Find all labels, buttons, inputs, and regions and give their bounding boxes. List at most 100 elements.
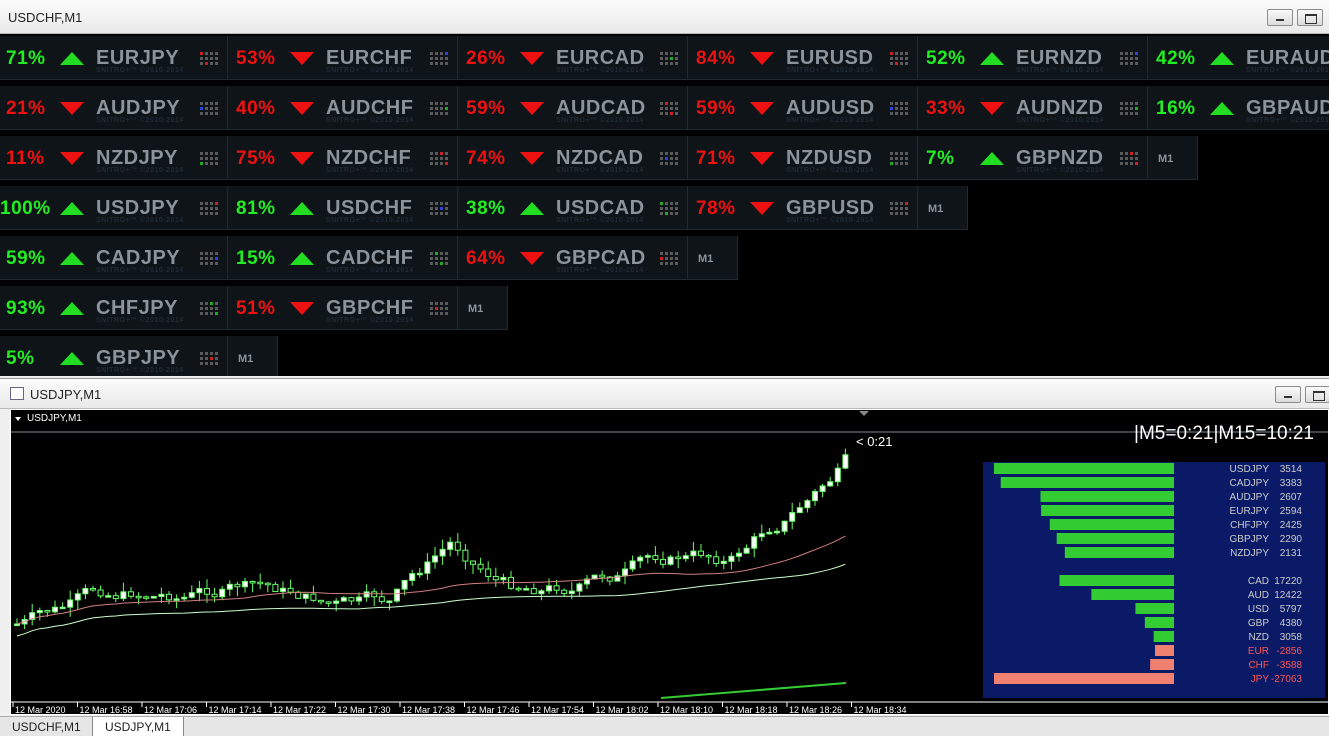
indicator-line	[660, 682, 847, 699]
meter-cell-cadchf[interactable]: 15% CADCHF SNITRO+™ ©2010-2014	[228, 236, 458, 280]
candle-body	[67, 599, 74, 608]
candle-body	[690, 550, 697, 557]
meter-cell-gbpchf[interactable]: 51% GBPCHF SNITRO+™ ©2010-2014	[228, 286, 458, 330]
arrow-down-icon	[520, 252, 544, 265]
meter-cell-usdchf[interactable]: 81% USDCHF SNITRO+™ ©2010-2014	[228, 186, 458, 230]
watermark-text: SNITRO+™ ©2010-2014	[96, 67, 184, 74]
pair-strength-name: CADJPY	[1230, 478, 1270, 489]
candle-body	[74, 593, 81, 601]
timeframe-box[interactable]: M1	[688, 236, 738, 280]
chart-minimize-button[interactable]	[1275, 386, 1301, 403]
mini-grid-icon	[200, 52, 218, 67]
x-axis-tick-label: 12 Mar 17:46	[467, 705, 520, 714]
arrow-up-icon	[520, 202, 544, 215]
meter-cell-gbpjpy[interactable]: 5% GBPJPY SNITRO+™ ©2010-2014	[0, 336, 228, 376]
meter-cell-nzdusd[interactable]: 71% NZDUSD SNITRO+™ ©2010-2014	[688, 136, 918, 180]
currency-meter-pane: 71% EURJPY SNITRO+™ ©2010-2014 53% EURCHF SNI…	[0, 34, 1329, 376]
candle-body	[576, 583, 583, 592]
x-axis-tick-label: 12 Mar 16:58	[80, 705, 133, 714]
meter-cell-usdcad[interactable]: 38% USDCAD SNITRO+™ ©2010-2014	[458, 186, 688, 230]
meter-cell-eurnzd[interactable]: 52% EURNZD SNITRO+™ ©2010-2014	[918, 36, 1148, 80]
strength-percent: 16%	[1156, 98, 1196, 119]
mini-grid-icon	[200, 202, 218, 217]
candle-body	[242, 580, 248, 588]
candle-body	[736, 552, 742, 557]
top-minimize-button[interactable]	[1267, 9, 1293, 26]
watermark-text: SNITRO+™ ©2010-2014	[96, 167, 184, 174]
pair-strength-name: NZDJPY	[1230, 548, 1269, 559]
candle-body	[796, 507, 803, 514]
price-chart[interactable]: USDJPY,M1 < 0:21 |M5=0:21|M15=10:21 USDJPY 3…	[10, 409, 1329, 715]
meter-cell-gbpcad[interactable]: 64% GBPCAD SNITRO+™ ©2010-2014	[458, 236, 688, 280]
meter-cell-cadjpy[interactable]: 59% CADJPY SNITRO+™ ©2010-2014	[0, 236, 228, 280]
strength-percent: 15%	[236, 248, 276, 269]
meter-cell-eurjpy[interactable]: 71% EURJPY SNITRO+™ ©2010-2014	[0, 36, 228, 80]
meter-cell-audchf[interactable]: 40% AUDCHF SNITRO+™ ©2010-2014	[228, 86, 458, 130]
timeframe-box[interactable]: M1	[458, 286, 508, 330]
candle-body	[44, 610, 51, 613]
timeframe-box[interactable]: M1	[228, 336, 278, 376]
meter-cell-nzdjpy[interactable]: 11% NZDJPY SNITRO+™ ©2010-2014	[0, 136, 228, 180]
candle-body	[812, 490, 818, 502]
strength-percent: 5%	[6, 348, 35, 369]
meter-cell-audjpy[interactable]: 21% AUDJPY SNITRO+™ ©2010-2014	[0, 86, 228, 130]
strength-percent: 100%	[0, 198, 51, 219]
watermark-text: SNITRO+™ ©2010-2014	[326, 167, 414, 174]
timeframe-box[interactable]: M1	[1148, 136, 1198, 180]
watermark-text: SNITRO+™ ©2010-2014	[786, 67, 874, 74]
arrow-down-icon	[60, 152, 84, 165]
meter-cell-audusd[interactable]: 59% AUDUSD SNITRO+™ ©2010-2014	[688, 86, 918, 130]
candle-body	[652, 555, 659, 561]
candle-body	[629, 560, 636, 570]
candle-body	[356, 596, 362, 602]
x-axis-tick-label: 12 Mar 17:30	[338, 705, 391, 714]
meter-cell-eurchf[interactable]: 53% EURCHF SNITRO+™ ©2010-2014	[228, 36, 458, 80]
timeframe-box[interactable]: M1	[918, 186, 968, 230]
tab-usdjpy[interactable]: USDJPY,M1	[92, 717, 184, 736]
meter-cell-eurusd[interactable]: 84% EURUSD SNITRO+™ ©2010-2014	[688, 36, 918, 80]
candle-body	[135, 595, 142, 599]
timeframe-label: M1	[928, 203, 944, 215]
candle-body	[713, 556, 720, 564]
meter-cell-chfjpy[interactable]: 93% CHFJPY SNITRO+™ ©2010-2014	[0, 286, 228, 330]
strength-percent: 84%	[696, 48, 736, 69]
arrow-up-icon	[980, 52, 1004, 65]
strength-percent: 78%	[696, 198, 736, 219]
arrow-down-icon	[520, 152, 544, 165]
meter-cell-nzdcad[interactable]: 74% NZDCAD SNITRO+™ ©2010-2014	[458, 136, 688, 180]
candle-body	[264, 582, 271, 586]
watermark-text: SNITRO+™ ©2010-2014	[556, 167, 644, 174]
arrow-up-icon	[60, 52, 84, 65]
x-axis-tick-label: 12 Mar 18:34	[854, 705, 907, 714]
candle-body	[249, 580, 256, 584]
strength-percent: 64%	[466, 248, 506, 269]
meter-cell-gbpusd[interactable]: 78% GBPUSD SNITRO+™ ©2010-2014	[688, 186, 918, 230]
x-axis-tick-label: 12 Mar 18:02	[596, 705, 649, 714]
pair-strength-name: GBPJPY	[1230, 534, 1270, 545]
dropdown-triangle-icon	[15, 417, 21, 421]
strength-percent: 59%	[696, 98, 736, 119]
mini-grid-icon	[1120, 52, 1138, 67]
meter-cell-euraud[interactable]: 42% EURAUD SNITRO+™ ©2010-2014	[1148, 36, 1329, 80]
candle-body	[804, 500, 811, 509]
tab-usdchf[interactable]: USDCHF,M1	[0, 717, 94, 736]
watermark-text: SNITRO+™ ©2010-2014	[786, 167, 874, 174]
meter-cell-gbpaud[interactable]: 16% GBPAUD SNITRO+™ ©2010-2014	[1148, 86, 1329, 130]
meter-cell-audnzd[interactable]: 33% AUDNZD SNITRO+™ ©2010-2014	[918, 86, 1148, 130]
meter-cell-eurcad[interactable]: 26% EURCAD SNITRO+™ ©2010-2014	[458, 36, 688, 80]
meter-cell-nzdchf[interactable]: 75% NZDCHF SNITRO+™ ©2010-2014	[228, 136, 458, 180]
candle-countdown: < 0:21	[856, 434, 893, 449]
candle-body	[340, 597, 347, 602]
pair-strength-bar	[1000, 477, 1174, 488]
chart-maximize-button[interactable]	[1305, 386, 1329, 403]
currency-strength-name: USD	[1248, 604, 1269, 615]
mini-grid-icon	[430, 102, 448, 117]
meter-cell-audcad[interactable]: 59% AUDCAD SNITRO+™ ©2010-2014	[458, 86, 688, 130]
strength-percent: 51%	[236, 298, 276, 319]
meter-cell-usdjpy[interactable]: 100% USDJPY SNITRO+™ ©2010-2014	[0, 186, 228, 230]
meter-cell-gbpnzd[interactable]: 7% GBPNZD SNITRO+™ ©2010-2014	[918, 136, 1148, 180]
top-maximize-button[interactable]	[1297, 9, 1323, 26]
arrow-up-icon	[1210, 52, 1234, 65]
candle-body	[401, 579, 408, 590]
candle-body	[568, 590, 575, 595]
